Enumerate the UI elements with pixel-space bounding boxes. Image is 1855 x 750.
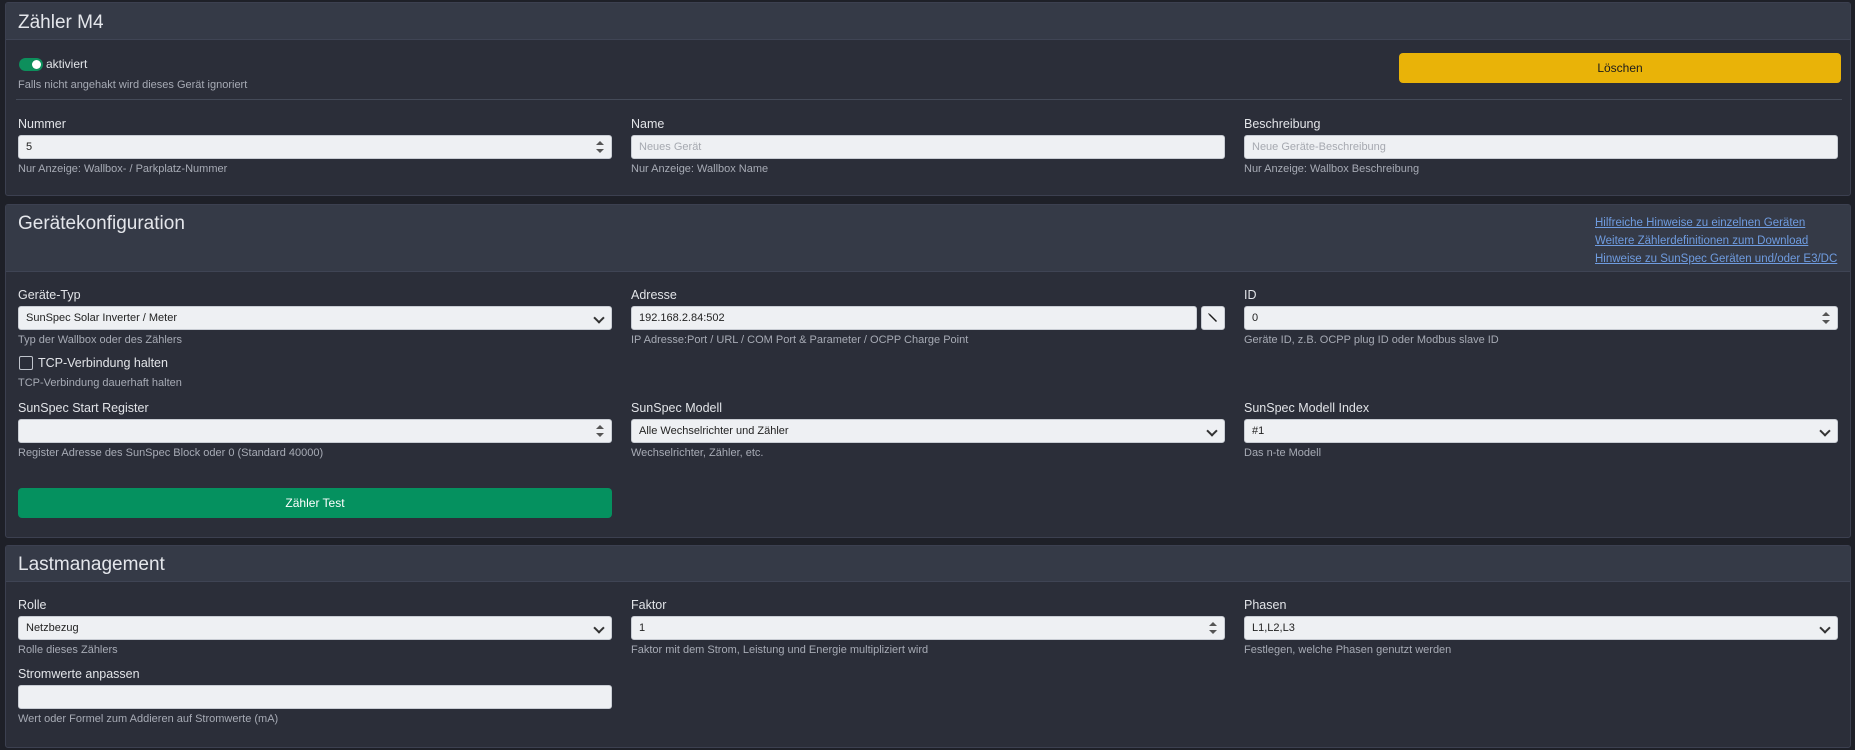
phasen-value: L1,L2,L3 (1252, 622, 1295, 634)
start-register-help: Register Adresse des SunSpec Block oder … (18, 447, 324, 459)
adresse-help: IP Adresse:Port / URL / COM Port & Param… (631, 334, 969, 346)
chevron-down-icon (593, 622, 605, 634)
rolle-help: Rolle dieses Zählers (18, 644, 118, 656)
beschreibung-help: Nur Anzeige: Wallbox Beschreibung (1244, 163, 1420, 175)
device-title: Zähler M4 (18, 12, 104, 33)
stromwerte-input[interactable] (18, 685, 612, 709)
pencil-icon (1208, 313, 1217, 322)
beschreibung-placeholder: Neue Geräte-Beschreibung (1252, 141, 1386, 153)
stepper-icon[interactable] (1209, 621, 1217, 635)
chevron-down-icon (1819, 425, 1831, 437)
chevron-down-icon (593, 312, 605, 324)
id-value: 0 (1252, 312, 1259, 324)
typ-help: Typ der Wallbox oder des Zählers (18, 334, 183, 346)
device-panel: Zähler M4 aktiviert Falls nicht angehakt… (5, 2, 1851, 196)
load-panel: Lastmanagement Rolle Netzbezug Rolle die… (5, 545, 1851, 748)
typ-value: SunSpec Solar Inverter / Meter (26, 312, 178, 324)
modell-index-value: #1 (1252, 425, 1265, 437)
meter-test-label: Zähler Test (285, 496, 345, 510)
rolle-value: Netzbezug (26, 622, 79, 634)
device-panel-header: Zähler M4 (6, 3, 1850, 40)
nummer-label: Nummer (18, 117, 66, 131)
adresse-value: 192.168.2.84:502 (639, 312, 725, 324)
modell-value: Alle Wechselrichter und Zähler (639, 425, 789, 437)
config-title: Gerätekonfiguration (18, 213, 185, 234)
phasen-label: Phasen (1244, 598, 1287, 612)
modell-index-help: Das n-te Modell (1244, 447, 1322, 459)
id-label: ID (1244, 288, 1257, 302)
stepper-icon[interactable] (596, 424, 604, 438)
name-label: Name (631, 117, 665, 131)
modell-label: SunSpec Modell (631, 401, 723, 415)
load-panel-header: Lastmanagement (6, 546, 1850, 582)
phasen-help: Festlegen, welche Phasen genutzt werden (1244, 644, 1452, 656)
nummer-help: Nur Anzeige: Wallbox- / Parkplatz-Nummer (18, 163, 228, 175)
stromwerte-help: Wert oder Formel zum Addieren auf Stromw… (18, 713, 279, 725)
beschreibung-input[interactable]: Neue Geräte-Beschreibung (1244, 135, 1838, 159)
tcp-help: TCP-Verbindung dauerhaft halten (18, 377, 182, 389)
id-help: Geräte ID, z.B. OCPP plug ID oder Modbus… (1244, 334, 1499, 346)
help-link-devices[interactable]: Hilfreiche Hinweise zu einzelnen Geräten (1595, 217, 1805, 229)
enabled-label: aktiviert (46, 57, 88, 71)
load-title: Lastmanagement (18, 554, 165, 575)
enabled-help: Falls nicht angehakt wird dieses Gerät i… (18, 79, 248, 91)
modell-index-label: SunSpec Modell Index (1244, 401, 1370, 415)
name-help: Nur Anzeige: Wallbox Name (631, 163, 769, 175)
config-panel: Gerätekonfiguration Hilfreiche Hinweise … (5, 204, 1851, 538)
help-link-sunspec[interactable]: Hinweise zu SunSpec Geräten und/oder E3/… (1595, 253, 1837, 265)
chevron-down-icon (1819, 622, 1831, 634)
modell-help: Wechselrichter, Zähler, etc. (631, 447, 764, 459)
meter-test-button[interactable]: Zähler Test (18, 488, 612, 518)
modell-index-select[interactable]: #1 (1244, 419, 1838, 443)
stepper-icon[interactable] (1822, 311, 1830, 325)
rolle-label: Rolle (18, 598, 47, 612)
nummer-input[interactable]: 5 (18, 135, 612, 159)
phasen-select[interactable]: L1,L2,L3 (1244, 616, 1838, 640)
modell-select[interactable]: Alle Wechselrichter und Zähler (631, 419, 1225, 443)
adresse-edit-button[interactable] (1201, 306, 1225, 330)
faktor-input[interactable]: 1 (631, 616, 1225, 640)
delete-button-label: Löschen (1597, 61, 1643, 75)
typ-select[interactable]: SunSpec Solar Inverter / Meter (18, 306, 612, 330)
adresse-label: Adresse (631, 288, 677, 302)
start-register-label: SunSpec Start Register (18, 401, 149, 415)
chevron-down-icon (1206, 425, 1218, 437)
id-input[interactable]: 0 (1244, 306, 1838, 330)
stepper-icon[interactable] (596, 140, 604, 154)
faktor-value: 1 (639, 622, 646, 634)
delete-button[interactable]: Löschen (1399, 53, 1841, 83)
device-divider (16, 99, 1842, 100)
start-register-input[interactable] (18, 419, 612, 443)
faktor-label: Faktor (631, 598, 667, 612)
nummer-value: 5 (26, 141, 33, 153)
enabled-toggle[interactable] (19, 58, 43, 71)
typ-label: Geräte-Typ (18, 288, 81, 302)
name-placeholder: Neues Gerät (639, 141, 702, 153)
name-input[interactable]: Neues Gerät (631, 135, 1225, 159)
faktor-help: Faktor mit dem Strom, Leistung und Energ… (631, 644, 929, 656)
help-link-downloads[interactable]: Weitere Zählerdefinitionen zum Download (1595, 235, 1808, 247)
tcp-checkbox[interactable] (19, 356, 33, 370)
tcp-label: TCP-Verbindung halten (38, 356, 168, 370)
beschreibung-label: Beschreibung (1244, 117, 1321, 131)
rolle-select[interactable]: Netzbezug (18, 616, 612, 640)
config-panel-header: Gerätekonfiguration Hilfreiche Hinweise … (6, 205, 1850, 272)
stromwerte-label: Stromwerte anpassen (18, 667, 140, 681)
adresse-input[interactable]: 192.168.2.84:502 (631, 306, 1197, 330)
